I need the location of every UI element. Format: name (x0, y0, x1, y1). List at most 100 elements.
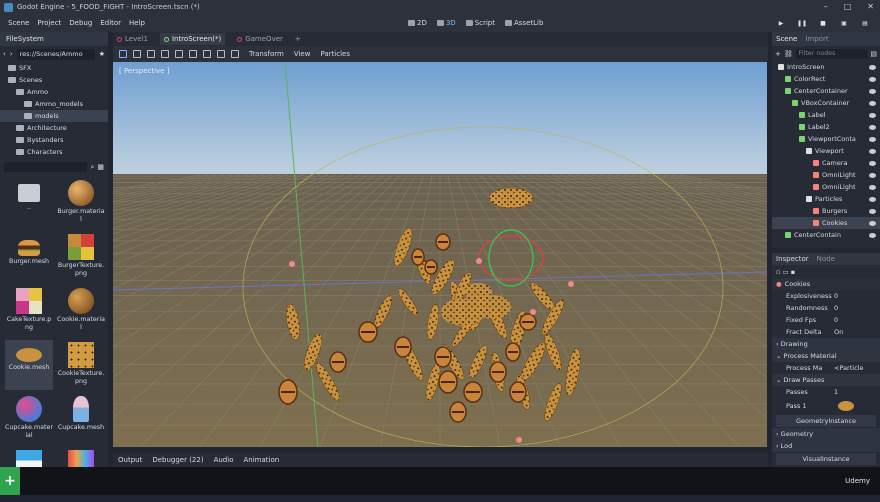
visibility-eye-icon[interactable] (869, 112, 876, 118)
file-item[interactable]: Burger.material (57, 178, 105, 228)
folder-item[interactable]: Bystanders (0, 134, 108, 146)
inspector-prop[interactable]: Randomness 0 (772, 302, 880, 314)
rotate-tool-icon[interactable] (147, 50, 155, 58)
menu-scene[interactable]: Scene (8, 19, 29, 27)
close-icon[interactable]: ✕ (867, 2, 874, 11)
passes-prop[interactable]: Passes 1 (772, 386, 880, 398)
import-tab[interactable]: Import (805, 35, 828, 43)
menu-editor[interactable]: Editor (100, 19, 121, 27)
visibility-eye-icon[interactable] (869, 172, 876, 178)
3d-viewport[interactable]: [ Perspective ] (113, 62, 767, 447)
select-tool-icon[interactable] (119, 50, 127, 58)
workspace-script[interactable]: Script (465, 19, 495, 27)
draw-passes-section[interactable]: ⌄ Draw Passes (772, 374, 880, 386)
file-item[interactable]: Cupcake.material (5, 394, 53, 444)
visibility-eye-icon[interactable] (869, 220, 876, 226)
drawing-section[interactable]: › Drawing (772, 338, 880, 350)
workspace-3d[interactable]: 3D (436, 19, 456, 27)
back-icon[interactable]: ‹ (3, 50, 6, 58)
scene-node[interactable]: Particles (772, 193, 880, 205)
inspector-tab[interactable]: Inspector (776, 255, 809, 263)
snap-icon[interactable] (231, 50, 239, 58)
visibility-eye-icon[interactable] (869, 148, 876, 154)
scene-node[interactable]: Viewport (772, 145, 880, 157)
link-icon[interactable]: ⛓ (784, 50, 793, 58)
file-item[interactable]: BurgerTexture.png (57, 232, 105, 282)
folder-item[interactable]: Architecture (0, 122, 108, 134)
visibility-eye-icon[interactable] (869, 124, 876, 130)
file-search-input[interactable] (4, 162, 88, 172)
scene-node[interactable]: ColorRect (772, 73, 880, 85)
inspector-prop[interactable]: Explosiveness 0 (772, 290, 880, 302)
add-node-icon[interactable]: + (775, 50, 781, 58)
geometry-section[interactable]: › Geometry (772, 428, 880, 440)
scene-node[interactable]: Burgers (772, 205, 880, 217)
plus-icon[interactable]: + (0, 467, 20, 495)
search-icon[interactable]: ⌕ (90, 163, 94, 172)
move-tool-icon[interactable] (133, 50, 141, 58)
scene-node[interactable]: OmniLight (772, 169, 880, 181)
menu-debug[interactable]: Debug (69, 19, 92, 27)
file-item[interactable]: .. (5, 178, 53, 228)
process-material-section[interactable]: ⌄ Process Material (772, 350, 880, 362)
bottom-tab-3[interactable]: Animation (243, 456, 279, 464)
particles-menu[interactable]: Particles (320, 50, 350, 58)
scene-node[interactable]: CenterContainer (772, 85, 880, 97)
scale-tool-icon[interactable] (161, 50, 169, 58)
save-resource-icon[interactable]: ▪ (791, 268, 795, 276)
light-handle-3[interactable] (530, 309, 536, 315)
minimize-icon[interactable]: – (824, 2, 828, 11)
pause-icon[interactable]: ❚❚ (797, 18, 807, 28)
list-select-icon[interactable] (175, 50, 183, 58)
lod-section[interactable]: › Lod (772, 440, 880, 452)
visibility-eye-icon[interactable] (869, 208, 876, 214)
file-item[interactable]: Cookie.mesh (5, 340, 53, 390)
visibility-eye-icon[interactable] (869, 184, 876, 190)
visual-instance-section[interactable]: VisualInstance (776, 453, 876, 465)
visibility-eye-icon[interactable] (869, 64, 876, 70)
scene-node[interactable]: VBoxContainer (772, 97, 880, 109)
folder-item[interactable]: Ammo (0, 86, 108, 98)
group-icon[interactable] (203, 50, 211, 58)
folder-item[interactable]: Characters (0, 146, 108, 158)
folder-item[interactable]: Scenes (0, 74, 108, 86)
filesystem-tab[interactable]: FileSystem (6, 35, 44, 43)
scene-tab-introscreen[interactable]: IntroScreen(*) (159, 33, 226, 45)
file-item[interactable]: Burger.mesh (5, 232, 53, 282)
visibility-eye-icon[interactable] (869, 196, 876, 202)
pass1-prop[interactable]: Pass 1 (772, 398, 880, 414)
maximize-icon[interactable]: □ (844, 2, 852, 11)
visibility-eye-icon[interactable] (869, 160, 876, 166)
play-scene-icon[interactable]: ▣ (839, 18, 849, 28)
favorite-icon[interactable]: ★ (99, 50, 105, 58)
inspector-prop[interactable]: Fixed Fps 0 (772, 314, 880, 326)
scene-node[interactable]: CenterContain (772, 229, 880, 241)
filter-nodes-input[interactable]: Filter nodes (795, 48, 868, 59)
forward-icon[interactable]: › (10, 50, 13, 58)
scene-tab-gameover[interactable]: GameOver (237, 35, 283, 43)
load-resource-icon[interactable]: ▭ (782, 268, 788, 276)
menu-project[interactable]: Project (37, 19, 61, 27)
folder-item[interactable]: Ammo_models (0, 98, 108, 110)
script-icon[interactable]: ▤ (870, 50, 877, 58)
scene-node[interactable]: IntroScreen (772, 61, 880, 73)
node-tab[interactable]: Node (817, 255, 835, 263)
scene-tab-level1[interactable]: Level1 (117, 35, 148, 43)
play-icon[interactable]: ▶ (776, 18, 786, 28)
inspector-prop[interactable]: Fract Delta On (772, 326, 880, 338)
scene-node[interactable]: ViewportConta (772, 133, 880, 145)
light-handle-1[interactable] (289, 261, 295, 267)
local-space-icon[interactable] (217, 50, 225, 58)
file-item[interactable]: CookieTexture.png (57, 340, 105, 390)
menu-help[interactable]: Help (129, 19, 145, 27)
light-handle-5[interactable] (476, 258, 482, 264)
file-item[interactable]: Cookie.material (57, 286, 105, 336)
transform-menu[interactable]: Transform (249, 50, 284, 58)
process-material-prop[interactable]: Process Ma <Particle (772, 362, 880, 374)
stop-icon[interactable]: ■ (818, 18, 828, 28)
bottom-tab-0[interactable]: Output (118, 456, 142, 464)
workspace-assetlib[interactable]: AssetLib (505, 19, 543, 27)
file-item[interactable]: Cupcake.mesh (57, 394, 105, 444)
new-resource-icon[interactable]: ▫ (776, 268, 780, 276)
scene-node[interactable]: Camera (772, 157, 880, 169)
